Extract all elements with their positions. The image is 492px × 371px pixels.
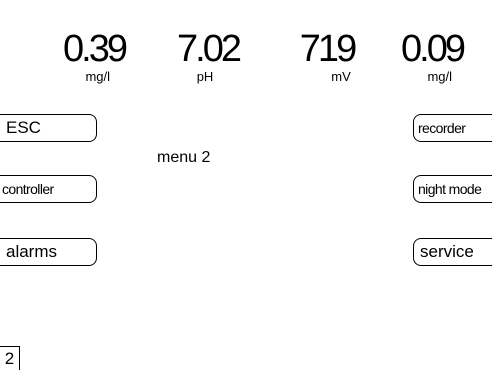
night-mode-button[interactable]: night mode bbox=[413, 175, 492, 203]
reading-2: 7.02 pH bbox=[172, 30, 244, 84]
reading-1-unit: mg/l bbox=[85, 69, 110, 84]
recorder-button[interactable]: recorder bbox=[413, 114, 492, 142]
controller-button[interactable]: controller bbox=[0, 175, 97, 203]
reading-4-unit: mg/l bbox=[427, 69, 452, 84]
reading-3-unit: mV bbox=[331, 69, 351, 84]
reading-1: 0.39 mg/l bbox=[58, 30, 130, 84]
service-button[interactable]: service bbox=[413, 238, 492, 266]
menu-title: menu 2 bbox=[157, 149, 211, 166]
reading-1-value: 0.39 bbox=[63, 28, 128, 70]
reading-4: 0.09 mg/l bbox=[396, 30, 468, 84]
reading-2-value: 7.02 bbox=[177, 28, 242, 70]
esc-button[interactable]: ESC bbox=[0, 114, 97, 142]
alarms-button[interactable]: alarms bbox=[0, 238, 97, 266]
reading-2-unit: pH bbox=[196, 69, 214, 84]
reading-3: 719 mV bbox=[291, 30, 363, 84]
reading-3-value: 719 bbox=[299, 28, 357, 70]
page-indicator: 2 bbox=[0, 346, 20, 370]
reading-4-value: 0.09 bbox=[401, 28, 466, 70]
